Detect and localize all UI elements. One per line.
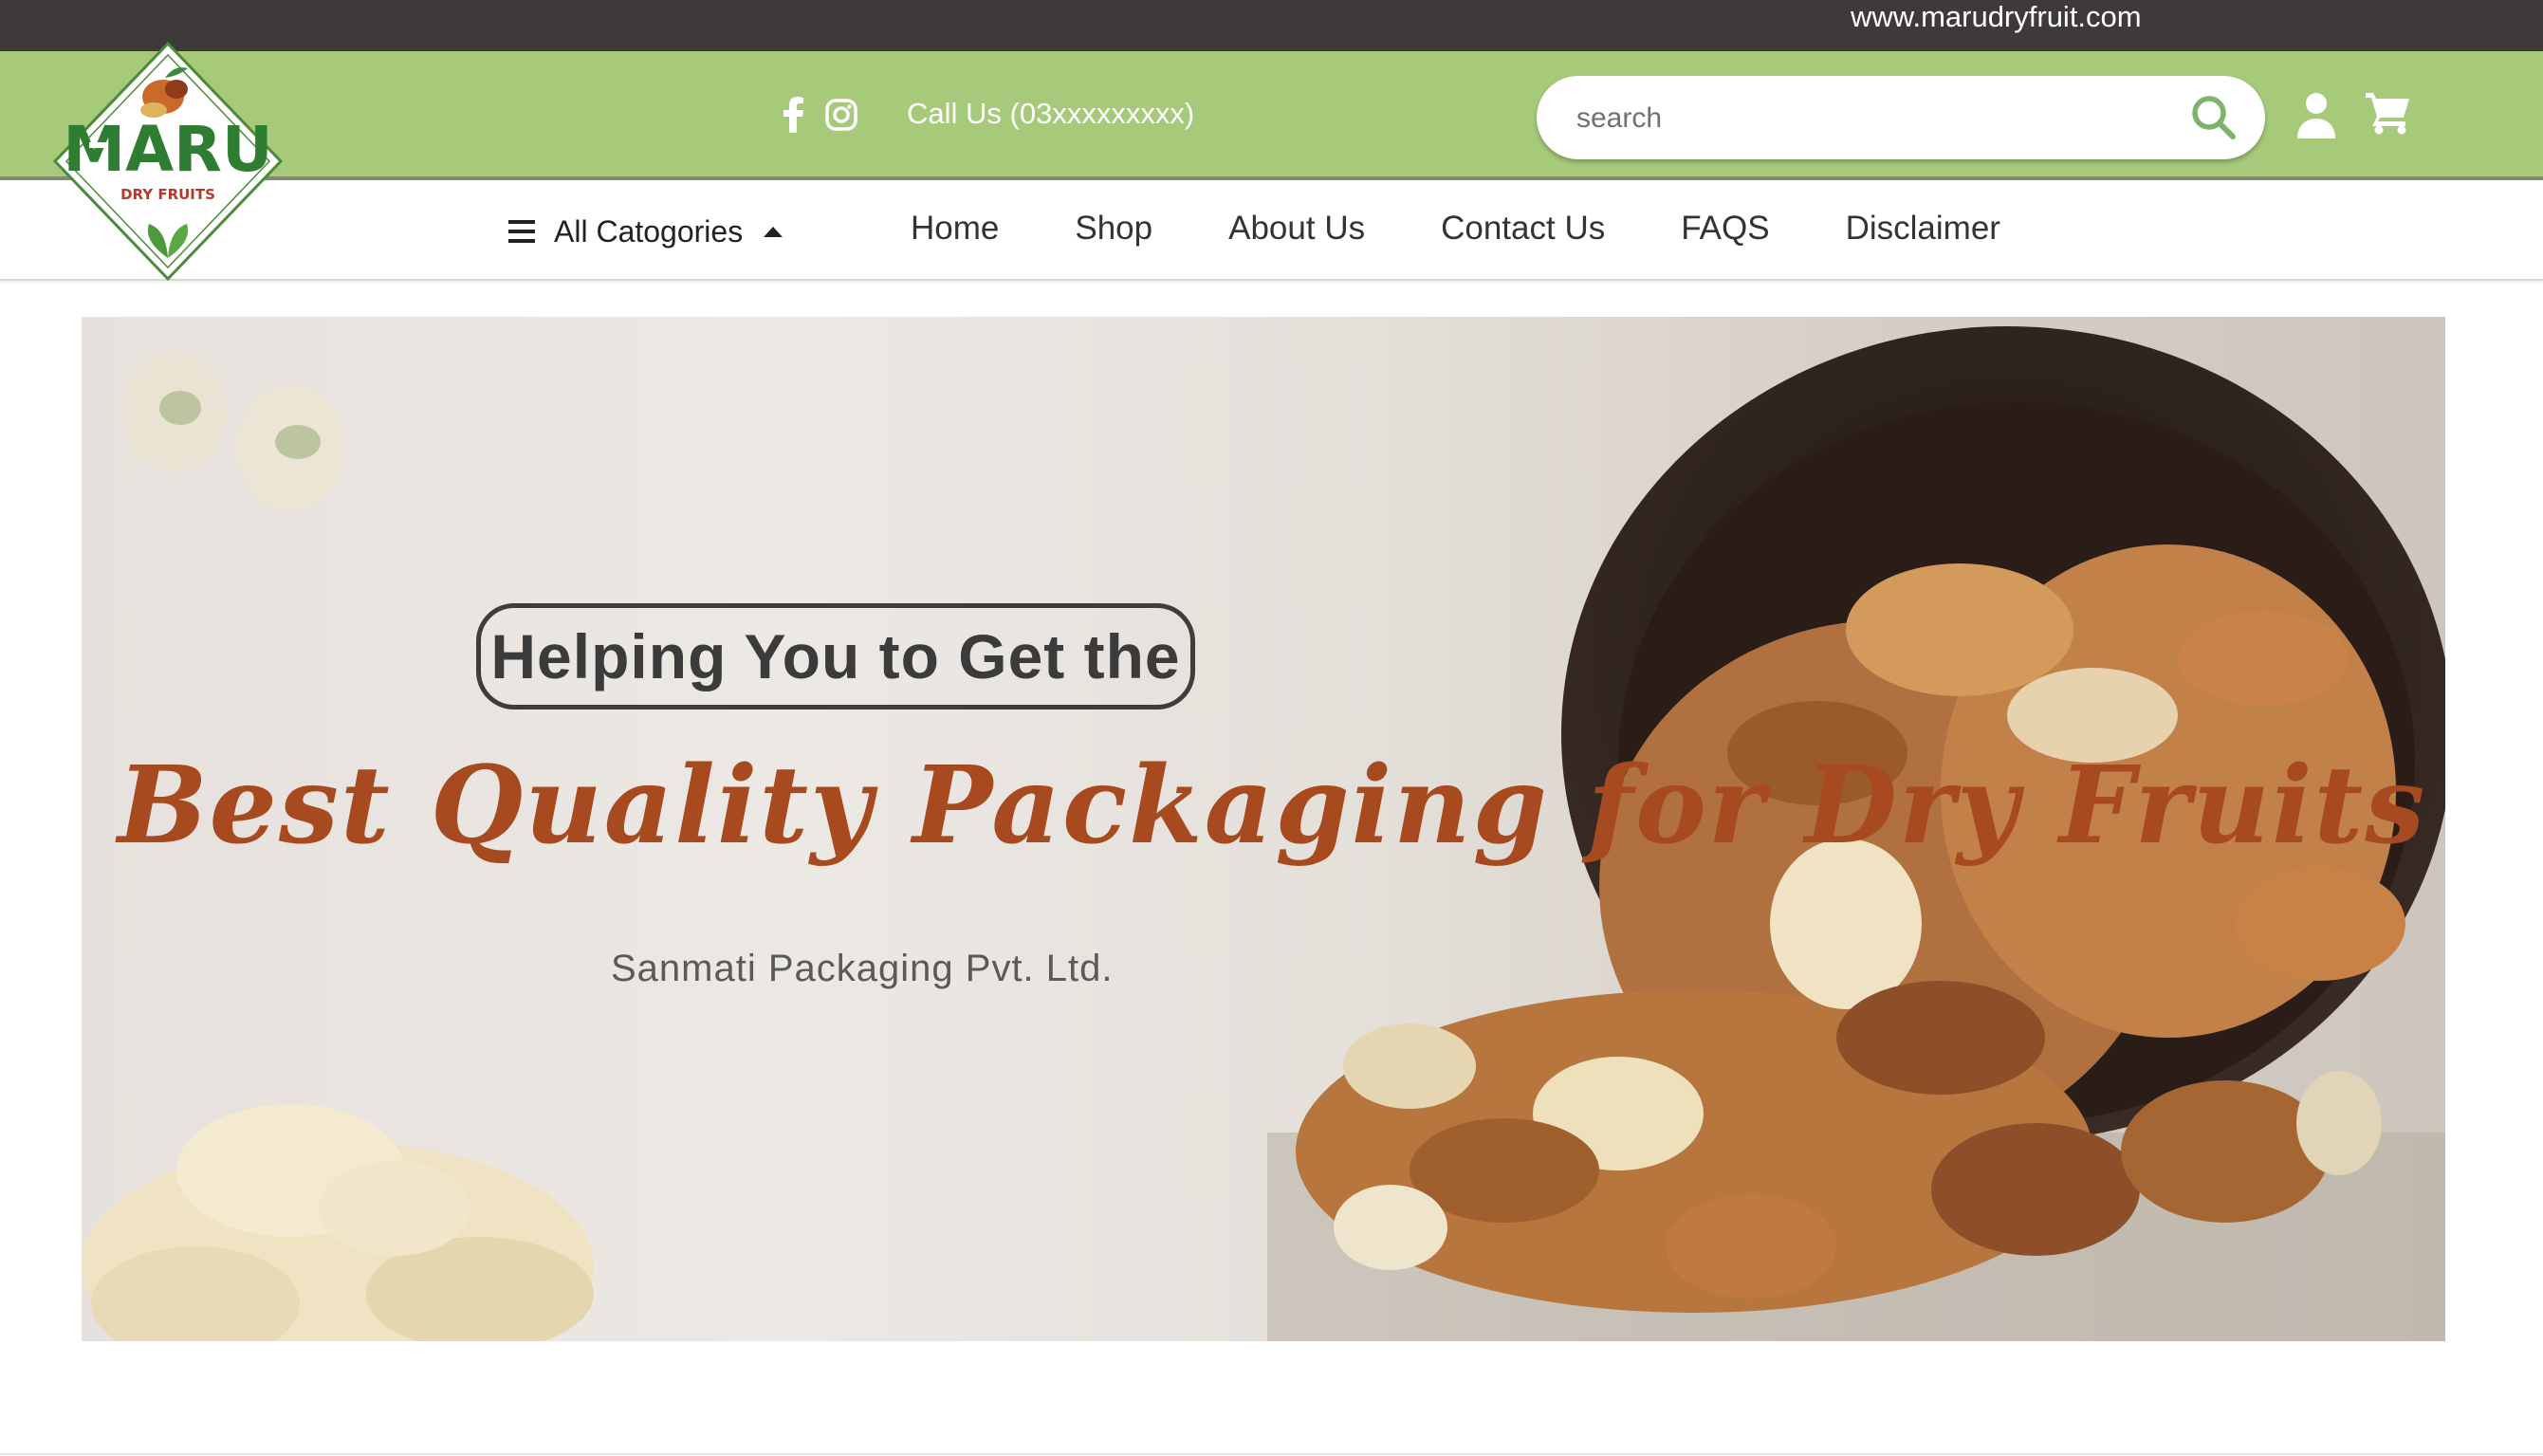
social-links xyxy=(783,97,857,133)
divider xyxy=(0,1453,2543,1455)
nav-about-us[interactable]: About Us xyxy=(1228,207,1365,250)
nav-disclaimer[interactable]: Disclaimer xyxy=(1846,207,2000,250)
banner-headline: Best Quality Packaging for Dry Fruits xyxy=(118,744,2427,868)
logo-brand-text: MARU xyxy=(63,113,272,186)
all-categories-button[interactable]: All Catogories xyxy=(508,212,784,250)
instagram-icon[interactable] xyxy=(825,99,857,131)
company-name: Sanmati Packaging Pvt. Ltd. xyxy=(611,948,1114,989)
site-url[interactable]: www.marudryfruit.com xyxy=(1851,0,2142,34)
facebook-icon[interactable] xyxy=(783,97,804,133)
nav-contact-us[interactable]: Contact Us xyxy=(1441,207,1605,250)
header-bar: Call Us (03xxxxxxxxx) xyxy=(0,51,2543,180)
call-us-text[interactable]: Call Us (03xxxxxxxxx) xyxy=(907,95,1194,133)
caret-up-icon xyxy=(764,227,783,237)
all-categories-label: All Catogories xyxy=(554,213,744,249)
nav-shop[interactable]: Shop xyxy=(1075,207,1152,250)
main-nav: Home Shop About Us Contact Us FAQS Discl… xyxy=(911,207,2000,250)
hero-banner: Helping You to Get the Best Quality Pack… xyxy=(82,317,2445,1341)
maru-logo[interactable]: MARU DRY FRUITS xyxy=(51,40,285,283)
search-bar xyxy=(1537,76,2265,159)
top-bar: www.marudryfruit.com xyxy=(0,0,2543,51)
nav-faqs[interactable]: FAQS xyxy=(1681,207,1769,250)
tagline-text: Helping You to Get the xyxy=(490,621,1181,691)
logo-sub-text: DRY FRUITS xyxy=(120,186,215,203)
user-icon[interactable] xyxy=(2295,91,2337,138)
search-input[interactable] xyxy=(1575,93,2166,144)
menu-icon xyxy=(508,220,535,243)
cart-icon[interactable] xyxy=(2366,89,2411,135)
search-icon[interactable] xyxy=(2189,93,2239,142)
tagline-box: Helping You to Get the xyxy=(476,603,1195,710)
nav-home[interactable]: Home xyxy=(911,207,999,250)
nav-bar: All Catogories Home Shop About Us Contac… xyxy=(0,184,2543,281)
